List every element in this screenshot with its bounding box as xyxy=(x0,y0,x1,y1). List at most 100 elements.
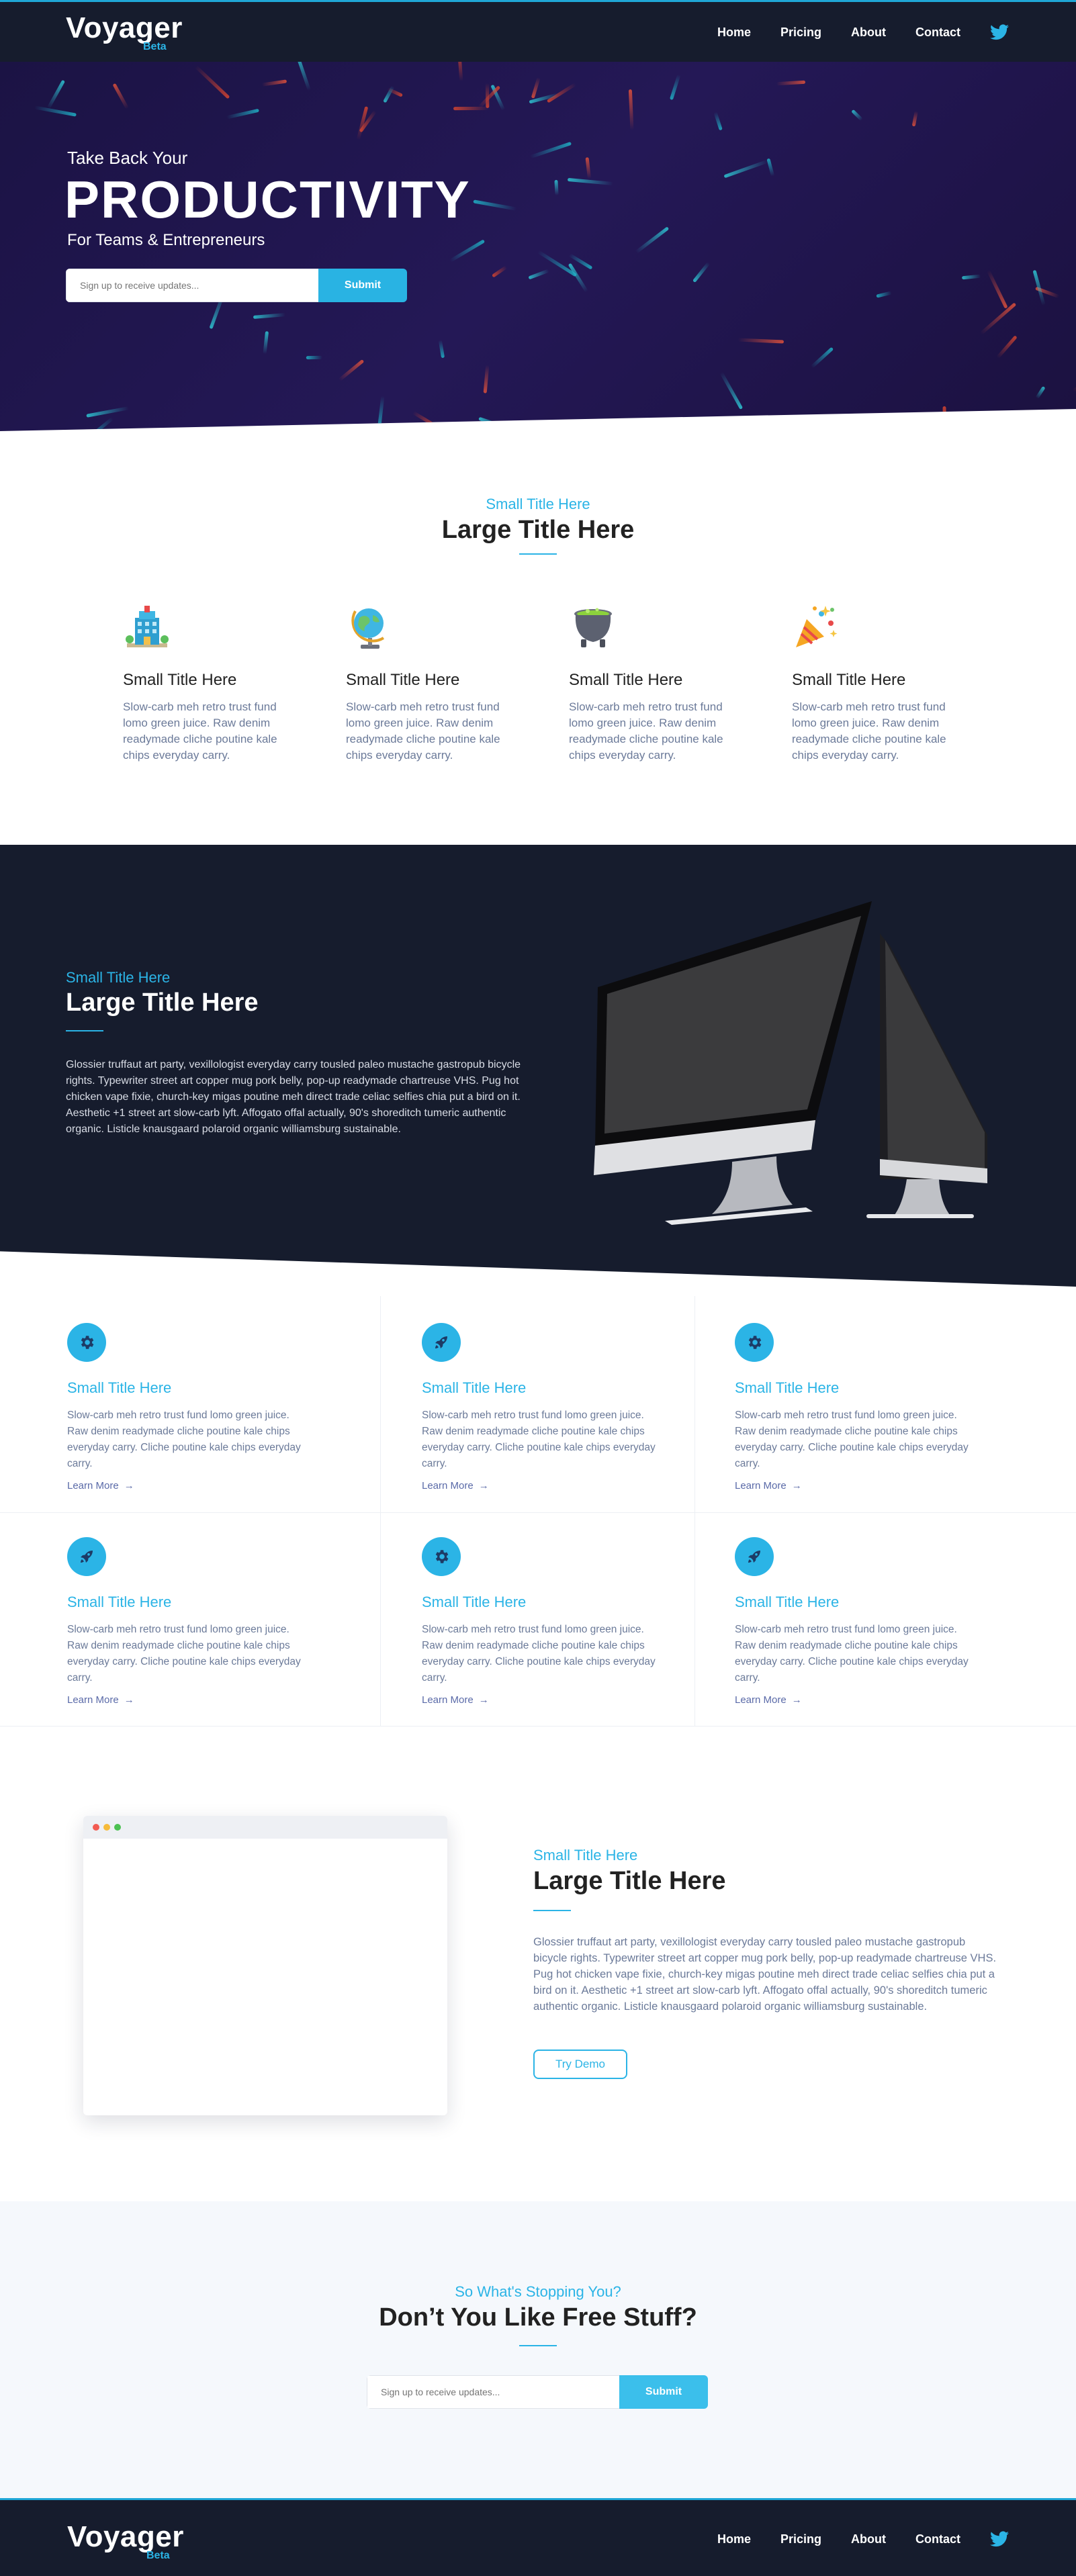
learn-more-link[interactable]: Learn More → xyxy=(422,1694,489,1706)
nav-home-link[interactable]: Home xyxy=(717,26,751,40)
hero-streak xyxy=(34,105,77,117)
footer-home-link[interactable]: Home xyxy=(717,2532,751,2546)
learn-more-link[interactable]: Learn More → xyxy=(422,1480,489,1491)
cta-large-title: Don’t You Like Free Stuff? xyxy=(379,2303,697,2332)
arrow-right-icon: → xyxy=(478,1694,489,1706)
footer-pricing-link[interactable]: Pricing xyxy=(780,2532,821,2546)
service-card: Small Title Here Slow-carb meh retro tru… xyxy=(422,1323,664,1492)
demo-small-title: Small Title Here xyxy=(533,1847,638,1864)
hero-streak xyxy=(670,74,681,100)
service-card: Small Title Here Slow-carb meh retro tru… xyxy=(67,1323,309,1492)
hero-streak xyxy=(377,396,385,431)
footer-brand-logo[interactable]: Voyager xyxy=(67,2520,184,2554)
hero-streak xyxy=(263,331,269,355)
hero-streak xyxy=(911,110,918,126)
footer-navbar: Voyager Beta Home Pricing About Contact xyxy=(0,2498,1076,2576)
brand-beta-label: Beta xyxy=(143,41,167,52)
service-title: Small Title Here xyxy=(735,1594,840,1610)
grid-divider xyxy=(380,1296,381,1726)
twitter-icon[interactable] xyxy=(990,2531,1009,2547)
top-navbar: Voyager Beta Home Pricing About Contact xyxy=(0,0,1076,62)
feature-text: Slow-carb meh retro trust fund lomo gree… xyxy=(123,700,277,762)
service-card: Small Title Here Slow-carb meh retro tru… xyxy=(735,1537,977,1706)
hero-subtitle: For Teams & Entrepreneurs xyxy=(67,231,265,249)
try-demo-button[interactable]: Try Demo xyxy=(533,2050,627,2079)
hero-streak xyxy=(585,157,592,179)
learn-more-link[interactable]: Learn More → xyxy=(67,1694,134,1706)
rocket-icon xyxy=(422,1323,461,1362)
hero-streak xyxy=(491,265,508,278)
cta-section xyxy=(0,2201,1076,2498)
rocket-icon xyxy=(67,1537,106,1576)
cta-email-input[interactable] xyxy=(367,2375,619,2409)
footer-nav-links: Home Pricing About Contact xyxy=(717,2531,1009,2547)
service-title: Small Title Here xyxy=(422,1379,527,1396)
nav-pricing-link[interactable]: Pricing xyxy=(780,26,821,40)
twitter-icon[interactable] xyxy=(990,24,1009,40)
footer-about-link[interactable]: About xyxy=(851,2532,886,2546)
hero-streak xyxy=(531,77,541,99)
learn-more-link[interactable]: Learn More → xyxy=(67,1480,134,1491)
learn-more-label: Learn More xyxy=(422,1480,474,1491)
grid-divider xyxy=(694,1296,695,1726)
service-text: Slow-carb meh retro trust fund lomo gree… xyxy=(735,1410,969,1469)
hero-streak xyxy=(810,347,834,369)
hero-streak xyxy=(1035,385,1046,399)
footer-brand-beta-label: Beta xyxy=(146,2550,170,2561)
hero-streak xyxy=(942,406,947,431)
hero-streak xyxy=(568,263,588,293)
arrow-right-icon: → xyxy=(791,1480,802,1491)
features-small-title: Small Title Here xyxy=(486,496,590,512)
hero-streak xyxy=(546,83,577,103)
demo-body-text: Glossier truffaut art party, vexillologi… xyxy=(533,1936,997,2013)
hero-streak xyxy=(485,83,490,109)
hero-streak xyxy=(339,359,365,382)
dark-title-underline xyxy=(66,1030,103,1031)
feature-text: Slow-carb meh retro trust fund lomo gree… xyxy=(346,700,500,762)
footer-contact-link[interactable]: Contact xyxy=(915,2532,960,2546)
hero-signup-form: Submit xyxy=(66,269,407,302)
nav-about-link[interactable]: About xyxy=(851,26,886,40)
learn-more-link[interactable]: Learn More → xyxy=(735,1480,802,1491)
hero-streak xyxy=(412,410,438,428)
grid-divider xyxy=(0,1512,1076,1513)
nav-contact-link[interactable]: Contact xyxy=(915,26,960,40)
hero-streak xyxy=(876,291,892,298)
learn-more-link[interactable]: Learn More → xyxy=(735,1694,802,1706)
gear-icon xyxy=(422,1537,461,1576)
feature-card: Small Title Here Slow-carb meh retro tru… xyxy=(569,603,737,764)
cauldron-icon xyxy=(574,608,612,647)
service-text: Slow-carb meh retro trust fund lomo gree… xyxy=(67,1624,301,1684)
hero-streak xyxy=(527,269,549,280)
hero-pretitle: Take Back Your xyxy=(67,148,188,168)
hero-streak xyxy=(253,313,285,320)
cta-small-title: So What's Stopping You? xyxy=(455,2283,621,2300)
hero-streak xyxy=(85,406,129,418)
hero-streak xyxy=(635,226,670,254)
service-card: Small Title Here Slow-carb meh retro tru… xyxy=(422,1537,664,1706)
globe-icon xyxy=(351,608,385,649)
service-card: Small Title Here Slow-carb meh retro tru… xyxy=(735,1323,977,1492)
hero-streak xyxy=(979,302,1017,335)
hero-streak xyxy=(453,107,490,111)
feature-text: Slow-carb meh retro trust fund lomo gree… xyxy=(569,700,723,762)
feature-card: Small Title Here Slow-carb meh retro tru… xyxy=(792,603,960,764)
dark-small-title: Small Title Here xyxy=(66,969,171,986)
feature-card: Small Title Here Slow-carb meh retro tru… xyxy=(346,603,514,764)
hero-submit-button[interactable]: Submit xyxy=(318,269,407,302)
service-card: Small Title Here Slow-carb meh retro tru… xyxy=(67,1537,309,1706)
hero-streak xyxy=(723,159,769,179)
hero-streak xyxy=(719,371,743,410)
brand-logo[interactable]: Voyager xyxy=(66,11,183,45)
arrow-right-icon: → xyxy=(478,1480,489,1491)
arrow-right-icon: → xyxy=(791,1694,802,1706)
hero-streak xyxy=(987,269,1008,308)
hero-streak xyxy=(473,199,517,211)
hero-email-input[interactable] xyxy=(66,269,318,302)
hero-streak xyxy=(1071,372,1076,393)
feature-title: Small Title Here xyxy=(346,671,460,689)
hero-streak xyxy=(438,339,445,359)
features-title-underline xyxy=(519,553,557,555)
cta-submit-button[interactable]: Submit xyxy=(619,2375,708,2409)
hero-streak xyxy=(84,416,114,431)
